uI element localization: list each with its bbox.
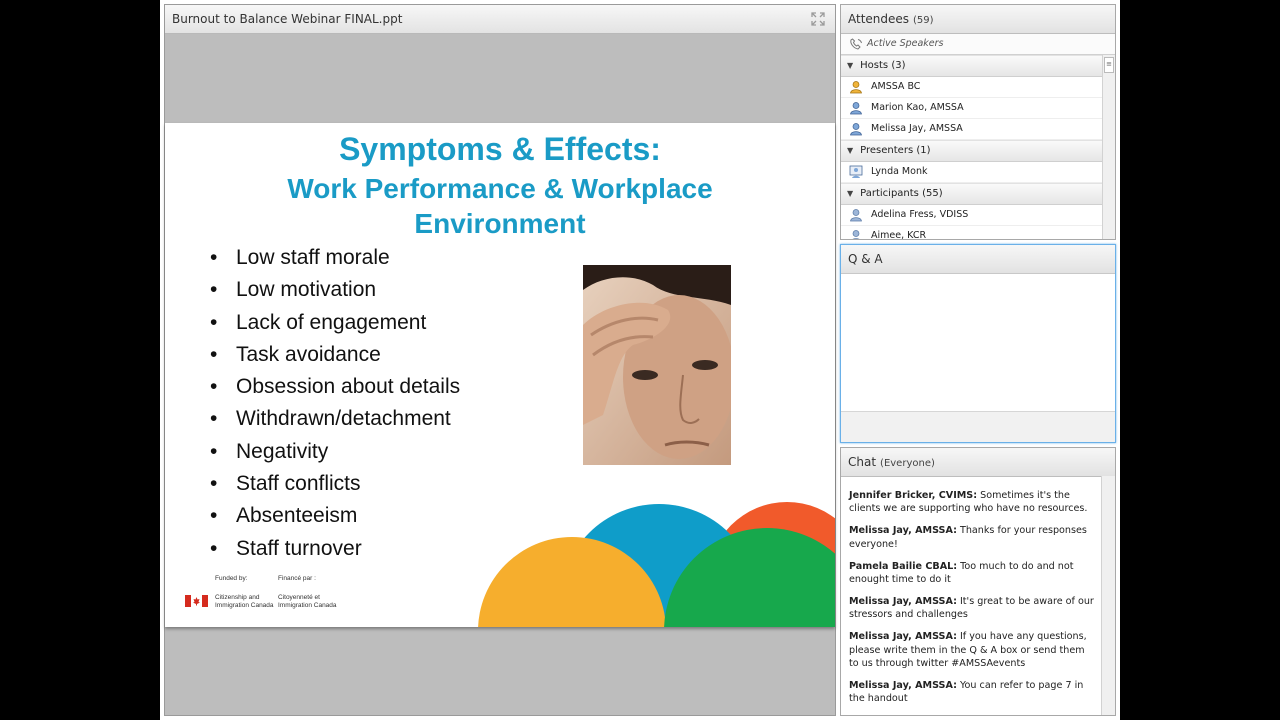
chat-sender: Melissa Jay, AMSSA: <box>849 631 957 643</box>
chat-sender: Melissa Jay, AMSSA: <box>849 595 957 607</box>
bullet-list: Low staff morale Low motivation Lack of … <box>210 242 460 565</box>
qa-header: Q & A <box>841 245 1115 274</box>
host-badge-icon <box>850 80 862 93</box>
attendee-row[interactable]: Aimee, KCR <box>841 226 1103 239</box>
chat-message: Melissa Jay, AMSSA: You can refer to pag… <box>849 679 1097 706</box>
qa-pod: Q & A <box>840 244 1116 443</box>
chat-message: Melissa Jay, AMSSA: It's great to be awa… <box>849 595 1097 622</box>
attendee-row[interactable]: Lynda Monk <box>841 162 1103 183</box>
chat-title: Chat <box>848 455 877 469</box>
collapse-triangle-icon[interactable]: ▼ <box>847 146 853 155</box>
department-name-fr: Citoyenneté et Immigration Canada <box>278 594 337 609</box>
chat-message: Melissa Jay, AMSSA: Thanks for your resp… <box>849 524 1097 551</box>
chat-header: Chat (Everyone) <box>841 448 1115 477</box>
attendee-name: AMSSA BC <box>871 81 921 92</box>
chat-scrollbar[interactable] <box>1101 476 1115 715</box>
chat-scope[interactable]: (Everyone) <box>880 458 935 469</box>
bullet-item: Low motivation <box>210 274 460 306</box>
qa-title: Q & A <box>848 252 883 266</box>
bullet-item: Staff conflicts <box>210 468 460 500</box>
stressed-man-photo <box>583 265 731 465</box>
chat-sender: Pamela Bailie CBAL: <box>849 560 958 572</box>
bullet-item: Negativity <box>210 436 460 468</box>
active-speakers-label: Active Speakers <box>867 38 944 49</box>
presentation-slide: Symptoms & Effects: Work Performance & W… <box>165 123 835 627</box>
attendees-count: (59) <box>913 15 934 26</box>
scrollbar-thumb[interactable]: ≡ <box>1104 57 1114 73</box>
bullet-item: Task avoidance <box>210 339 460 371</box>
qa-input-area[interactable] <box>841 411 1115 442</box>
attendees-header: Attendees (59) <box>841 5 1115 34</box>
group-participants[interactable]: ▼ Participants (55) <box>841 183 1103 205</box>
attendee-row[interactable]: Adelina Fress, VDISS <box>841 205 1103 226</box>
attendee-row[interactable]: Marion Kao, AMSSA <box>841 98 1103 119</box>
attendee-name: Aimee, KCR <box>871 230 927 239</box>
attendee-name: Marion Kao, AMSSA <box>871 102 964 113</box>
chat-messages: Jennifer Bricker, CVIMS: Sometimes it's … <box>841 476 1103 715</box>
collapse-triangle-icon[interactable]: ▼ <box>847 189 853 198</box>
attendee-row[interactable]: Melissa Jay, AMSSA <box>841 119 1103 140</box>
participant-icon <box>850 208 862 221</box>
active-speakers-row: Active Speakers <box>841 34 1115 55</box>
finance-par-label: Financé par : <box>278 575 316 582</box>
slide-title: Symptoms & Effects: <box>339 131 661 167</box>
canada-flag-icon <box>185 595 208 607</box>
bullet-item: Absenteeism <box>210 500 460 532</box>
group-label: Hosts (3) <box>860 60 906 71</box>
chat-sender: Melissa Jay, AMSSA: <box>849 679 957 691</box>
phone-icon <box>850 37 862 50</box>
bullet-item: Staff turnover <box>210 533 460 565</box>
share-pod-title-bar: Burnout to Balance Webinar FINAL.ppt <box>165 5 835 34</box>
bullet-item: Withdrawn/detachment <box>210 403 460 435</box>
group-label: Participants (55) <box>860 188 943 199</box>
group-presenters[interactable]: ▼ Presenters (1) <box>841 140 1103 162</box>
chat-message: Melissa Jay, AMSSA: If you have any ques… <box>849 630 1097 670</box>
attendee-name: Adelina Fress, VDISS <box>871 209 969 220</box>
slide-subtitle: Work Performance & Workplace Environment <box>165 171 835 241</box>
bullet-item: Obsession about details <box>210 371 460 403</box>
attendee-name: Lynda Monk <box>871 166 928 177</box>
host-user-icon <box>850 101 862 114</box>
slide-subtitle-line2: Environment <box>414 208 586 239</box>
share-pod-title: Burnout to Balance Webinar FINAL.ppt <box>172 12 403 26</box>
expand-arrows-icon[interactable] <box>811 12 825 26</box>
chat-message: Pamela Bailie CBAL: Too much to do and n… <box>849 560 1097 587</box>
share-pod: Burnout to Balance Webinar FINAL.ppt Sym… <box>164 4 836 716</box>
attendees-pod: Attendees (59) Active Speakers ▼ Hosts (3)… <box>840 4 1116 240</box>
presenter-icon <box>849 165 863 178</box>
host-user-icon <box>850 122 862 135</box>
attendee-list: ▼ Hosts (3) AMSSA BC Marion Kao, AMSSA Me… <box>841 55 1103 239</box>
chat-pod: Chat (Everyone) Jennifer Bricker, CVIMS: … <box>840 447 1116 716</box>
attendee-name: Melissa Jay, AMSSA <box>871 123 963 134</box>
attendees-title: Attendees <box>848 12 910 26</box>
bullet-item: Lack of engagement <box>210 307 460 339</box>
funded-by-label: Funded by: <box>215 575 248 582</box>
department-name-en: Citizenship and Immigration Canada <box>215 594 274 609</box>
chat-sender: Jennifer Bricker, CVIMS: <box>849 490 978 501</box>
slide-subtitle-line1: Work Performance & Workplace <box>287 173 713 204</box>
webinar-app: Burnout to Balance Webinar FINAL.ppt Sym… <box>160 0 1120 720</box>
group-hosts[interactable]: ▼ Hosts (3) <box>841 55 1103 77</box>
attendee-scrollbar[interactable]: ≡ <box>1102 55 1115 239</box>
chat-message: Jennifer Bricker, CVIMS: Sometimes it's … <box>849 489 1097 516</box>
group-label: Presenters (1) <box>860 145 931 156</box>
collapse-triangle-icon[interactable]: ▼ <box>847 61 853 70</box>
bullet-item: Low staff morale <box>210 242 460 274</box>
participant-icon <box>851 229 861 239</box>
attendee-row[interactable]: AMSSA BC <box>841 77 1103 98</box>
chat-sender: Melissa Jay, AMSSA: <box>849 525 957 537</box>
